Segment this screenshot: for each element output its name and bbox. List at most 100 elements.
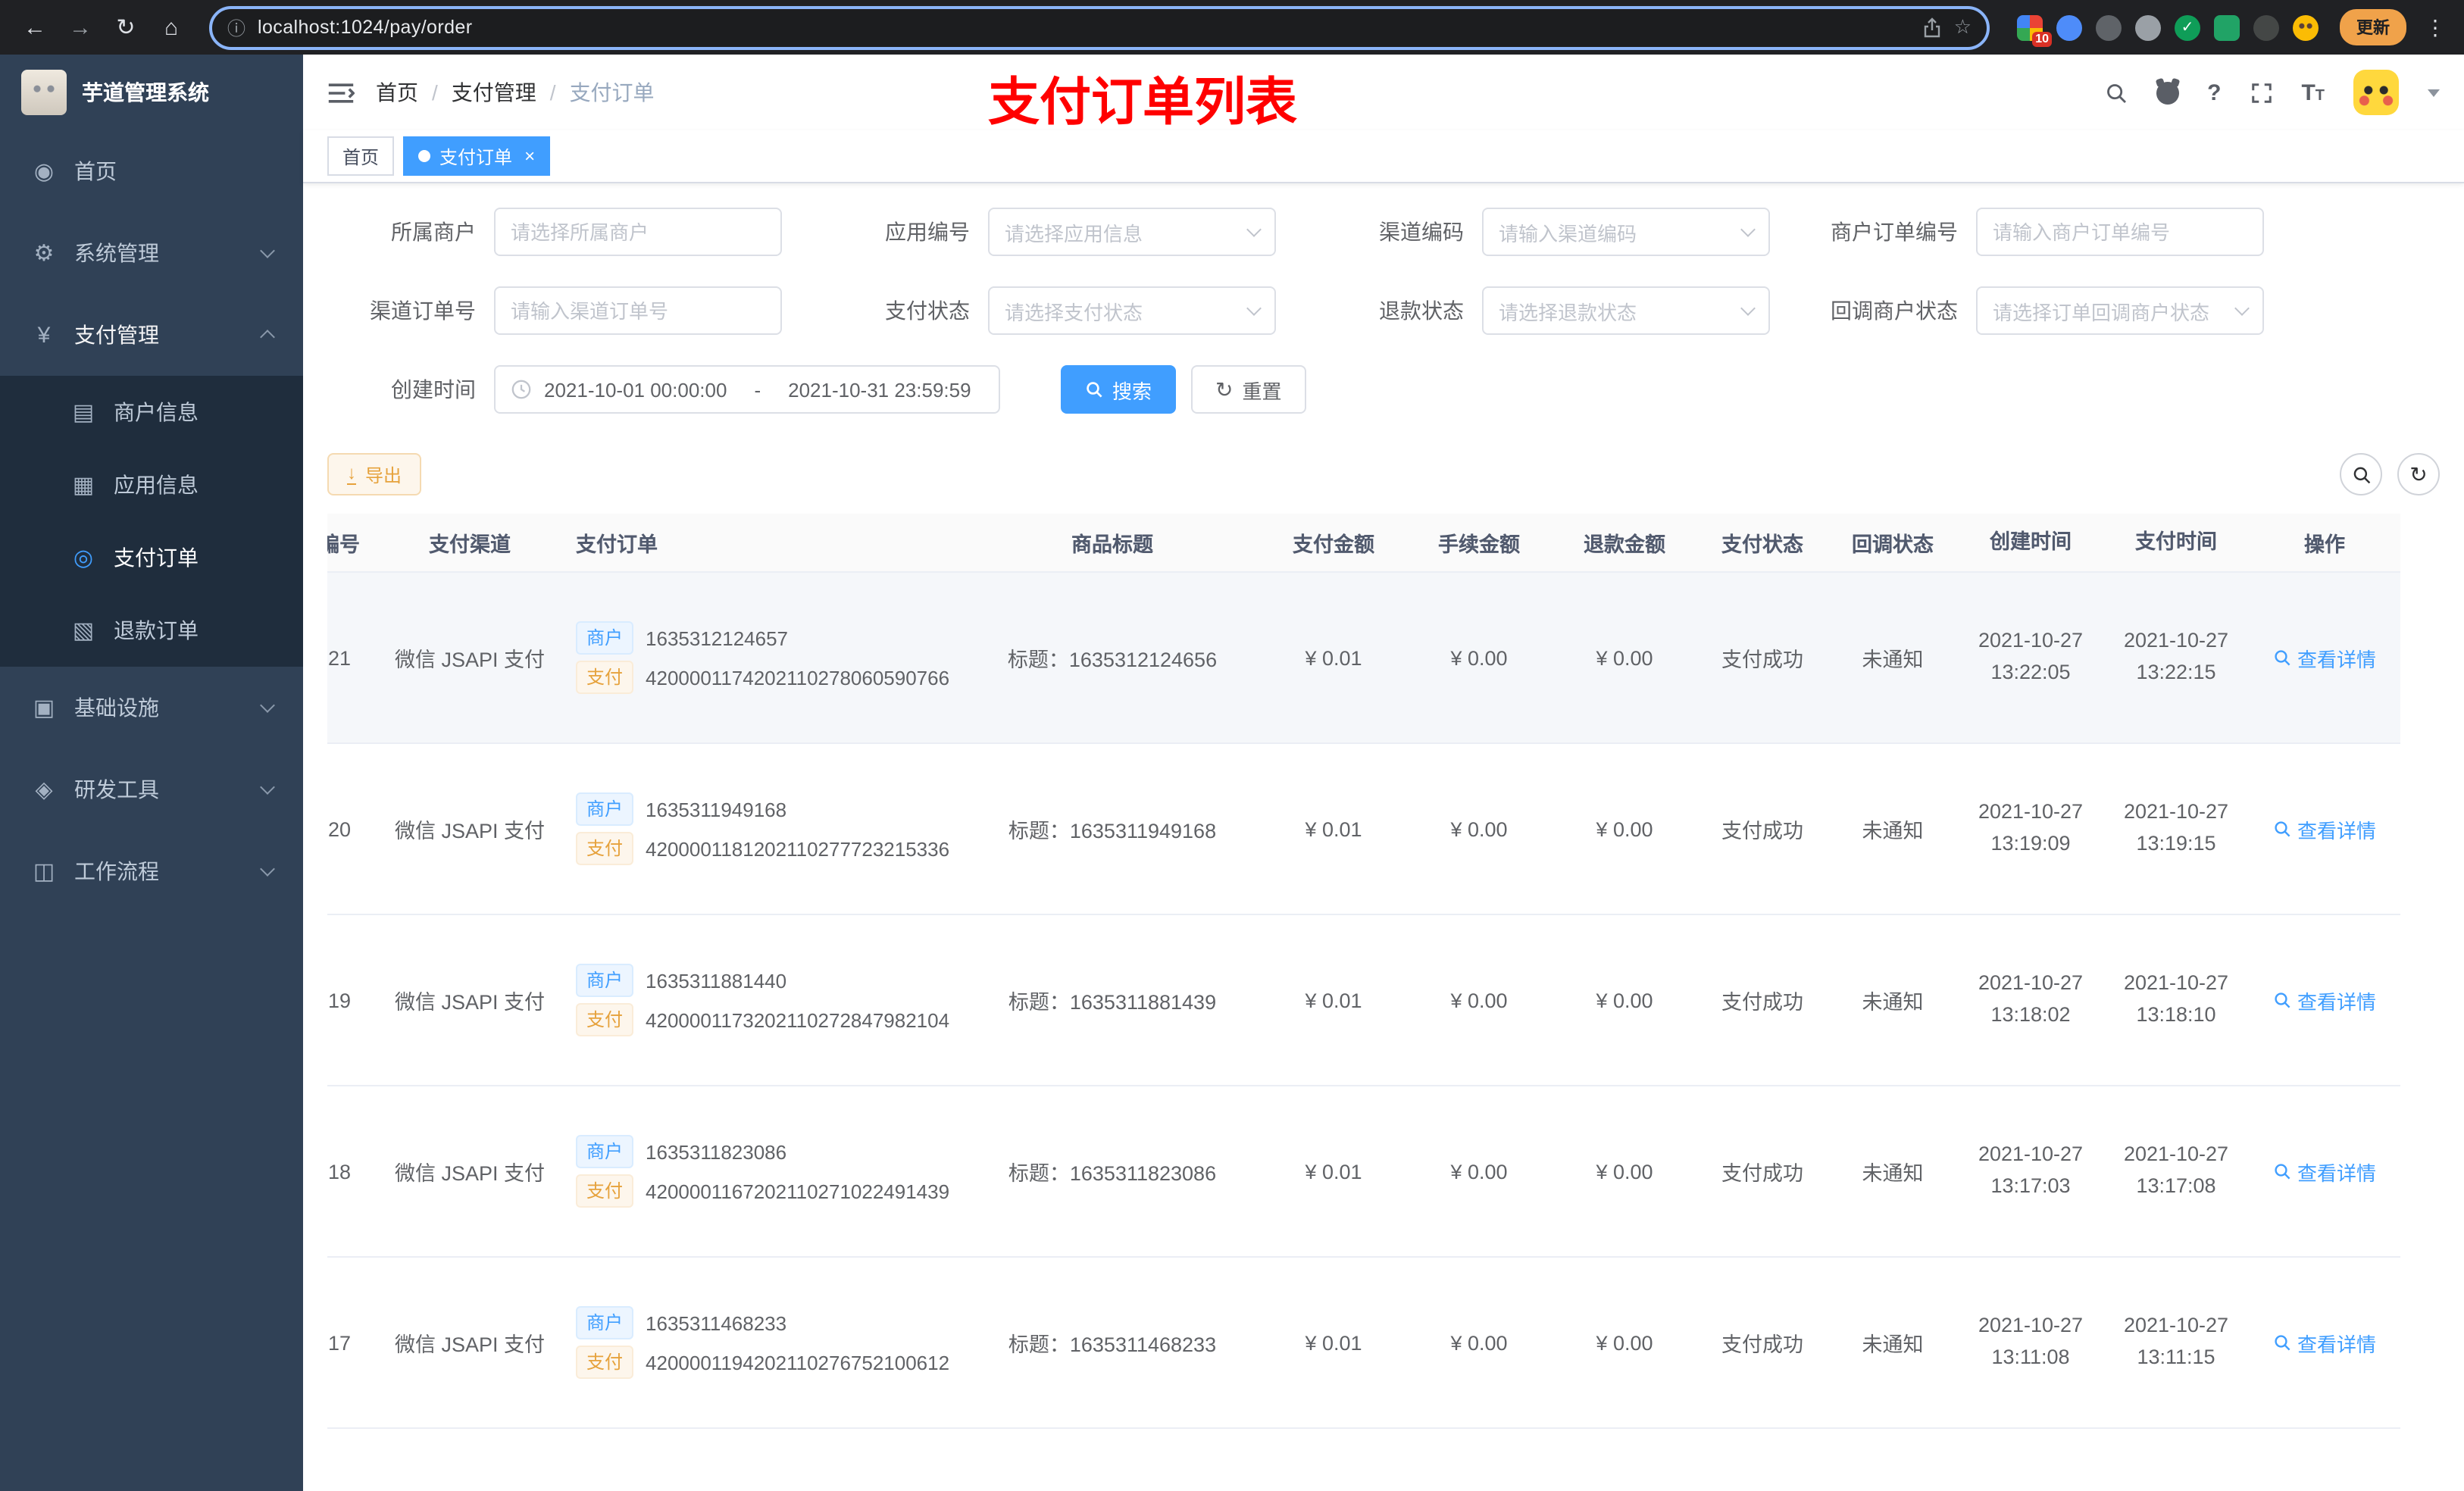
field-label: 渠道订单号 xyxy=(370,299,476,323)
fullscreen-icon[interactable] xyxy=(2250,81,2272,104)
sidebar-item-app-info[interactable]: ▦ 应用信息 xyxy=(0,449,303,521)
pay-status-select[interactable]: 请选择支付状态 xyxy=(988,286,1276,335)
sidebar-item-infrastructure[interactable]: ▣ 基础设施 xyxy=(0,667,303,749)
search-icon xyxy=(2275,821,2290,837)
table-header: 编号 支付渠道 支付订单 商品标题 支付金额 手续金额 退款金额 支付状态 回调… xyxy=(327,514,2400,573)
merchant-input[interactable] xyxy=(494,208,782,256)
table-row[interactable]: 18 微信 JSAPI 支付 商户 1635311823086 支付 4200001… xyxy=(327,1086,2400,1258)
extension-badge: 10 xyxy=(2032,31,2052,46)
view-detail-link[interactable]: 查看详情 xyxy=(2273,986,2376,1014)
breadcrumb-pay-management[interactable]: 支付管理 xyxy=(452,77,536,108)
merchant-order-no-input[interactable] xyxy=(1976,208,2264,256)
help-icon[interactable]: ? xyxy=(2207,80,2221,105)
merchant-order-no: 1635311468233 xyxy=(646,1311,787,1334)
forward-button[interactable]: → xyxy=(61,8,100,47)
extension-icon-5[interactable]: ✓ xyxy=(2175,14,2200,40)
search-icon[interactable] xyxy=(2104,81,2127,104)
browser-menu-icon[interactable]: ⋮ xyxy=(2425,14,2446,40)
back-button[interactable]: ← xyxy=(15,8,55,47)
extension-icon-4[interactable] xyxy=(2135,14,2161,40)
sidebar: 芋道管理系统 ◉ 首页 ⚙ 系统管理 ¥ 支付管理 ▤ 商户信息 ▦ 应用信息 … xyxy=(0,55,303,1491)
sidebar-item-pay-order[interactable]: ◎ 支付订单 xyxy=(0,521,303,594)
sidebar-item-merchant-info[interactable]: ▤ 商户信息 xyxy=(0,376,303,449)
close-icon[interactable]: × xyxy=(524,145,535,167)
search-button[interactable]: 搜索 xyxy=(1061,365,1177,414)
extension-icon-7[interactable] xyxy=(2253,14,2279,40)
font-size-icon[interactable]: TT xyxy=(2301,81,2325,104)
tab-pay-order[interactable]: 支付订单 × xyxy=(403,136,551,176)
pay-tag: 支付 xyxy=(576,1174,634,1208)
monitor-icon: ▣ xyxy=(33,695,55,721)
chevron-down-icon xyxy=(260,243,275,258)
breadcrumb-home[interactable]: 首页 xyxy=(376,77,418,108)
app-select[interactable]: 请选择应用信息 xyxy=(988,208,1276,256)
refresh-table-button[interactable]: ↻ xyxy=(2397,453,2440,495)
gear-icon: ⚙ xyxy=(33,241,55,267)
toggle-search-button[interactable] xyxy=(2340,453,2382,495)
app-title: 芋道管理系统 xyxy=(82,80,209,105)
extension-icon-3[interactable] xyxy=(2096,14,2122,40)
share-icon[interactable] xyxy=(1924,17,1942,38)
table-row[interactable]: 17 微信 JSAPI 支付 商户 1635311468233 支付 4200001… xyxy=(327,1258,2400,1429)
sidebar-item-refund-order[interactable]: ▧ 退款订单 xyxy=(0,594,303,667)
refresh-icon: ↻ xyxy=(1215,377,1234,402)
date-start[interactable]: 2021-10-01 00:00:00 xyxy=(544,378,727,401)
record-icon: ◎ xyxy=(73,545,94,571)
hamburger-icon[interactable] xyxy=(327,81,355,104)
pay-tag: 支付 xyxy=(576,1003,634,1036)
reset-button[interactable]: ↻ 重置 xyxy=(1191,365,1306,414)
extension-icon-2[interactable] xyxy=(2056,14,2082,40)
sidebar-item-dev-tools[interactable]: ◈ 研发工具 xyxy=(0,749,303,830)
site-info-icon[interactable]: ⓘ xyxy=(227,14,245,40)
sidebar-item-payment[interactable]: ¥ 支付管理 xyxy=(0,294,303,376)
extension-icon-1[interactable]: 10 xyxy=(2017,14,2052,46)
user-avatar[interactable] xyxy=(2353,70,2399,115)
annotation-title: 支付订单列表 xyxy=(988,74,1297,132)
view-detail-link[interactable]: 查看详情 xyxy=(2273,643,2376,672)
sidebar-item-workflow[interactable]: ◫ 工作流程 xyxy=(0,830,303,912)
breadcrumb-current: 支付订单 xyxy=(569,80,655,105)
view-detail-link[interactable]: 查看详情 xyxy=(2273,814,2376,843)
search-icon xyxy=(2275,1164,2290,1180)
extension-icon-8[interactable] xyxy=(2293,14,2319,40)
export-button[interactable]: ↓ 导出 xyxy=(327,453,422,495)
workflow-icon: ◫ xyxy=(33,859,55,885)
tab-home[interactable]: 首页 xyxy=(327,136,395,176)
table-row[interactable]: 19 微信 JSAPI 支付 商户 1635311881440 支付 4200001… xyxy=(327,915,2400,1086)
document-icon: ▧ xyxy=(72,618,95,644)
date-range-picker[interactable]: 2021-10-01 00:00:00 - 2021-10-31 23:59:5… xyxy=(494,365,1000,414)
channel-code-select[interactable]: 请输入渠道编码 xyxy=(1482,208,1770,256)
sidebar-item-home[interactable]: ◉ 首页 xyxy=(0,130,303,212)
home-button[interactable]: ⌂ xyxy=(152,8,191,47)
extensions-area: 10 ✓ xyxy=(2017,14,2319,46)
channel-order-no-input[interactable] xyxy=(494,286,782,335)
table-row[interactable]: 20 微信 JSAPI 支付 商户 1635311949168 支付 4200001… xyxy=(327,744,2400,915)
avatar-caret-icon[interactable] xyxy=(2428,89,2440,96)
address-bar[interactable]: ⓘ localhost:1024/pay/order ☆ xyxy=(209,5,1990,49)
merchant-order-no: 1635311949168 xyxy=(646,798,787,821)
bookmark-star-icon[interactable]: ☆ xyxy=(1954,15,1972,39)
payment-submenu: ▤ 商户信息 ▦ 应用信息 ◎ 支付订单 ▧ 退款订单 xyxy=(0,376,303,667)
notify-status-select[interactable]: 请选择订单回调商户状态 xyxy=(1976,286,2264,335)
chevron-down-icon xyxy=(1246,301,1262,316)
table-row-partial[interactable]: 商户1635311151726 xyxy=(327,1429,2400,1491)
date-end[interactable]: 2021-10-31 23:59:59 xyxy=(788,378,971,401)
merchant-order-no: 1635311823086 xyxy=(646,1140,787,1163)
grid-icon: ▦ xyxy=(72,473,95,499)
url-text[interactable]: localhost:1024/pay/order xyxy=(258,17,1912,38)
table-row[interactable]: 21 微信 JSAPI 支付 商户 1635312124657 支付 4200001… xyxy=(327,573,2400,744)
browser-update-button[interactable]: 更新 xyxy=(2340,9,2406,45)
merchant-order-no: 1635311881440 xyxy=(646,969,787,992)
chevron-down-icon xyxy=(1740,222,1756,237)
active-tab-dot xyxy=(418,150,431,162)
refund-status-select[interactable]: 请选择退款状态 xyxy=(1482,286,1770,335)
reload-button[interactable]: ↻ xyxy=(106,8,145,47)
merchant-tag: 商户 xyxy=(576,1306,634,1339)
field-label: 渠道编码 xyxy=(1379,220,1464,244)
view-detail-link[interactable]: 查看详情 xyxy=(2273,1328,2376,1357)
chevron-down-icon xyxy=(1246,222,1262,237)
extension-icon-6[interactable] xyxy=(2214,14,2240,40)
github-icon[interactable] xyxy=(2156,81,2179,104)
sidebar-item-system[interactable]: ⚙ 系统管理 xyxy=(0,212,303,294)
view-detail-link[interactable]: 查看详情 xyxy=(2273,1157,2376,1186)
